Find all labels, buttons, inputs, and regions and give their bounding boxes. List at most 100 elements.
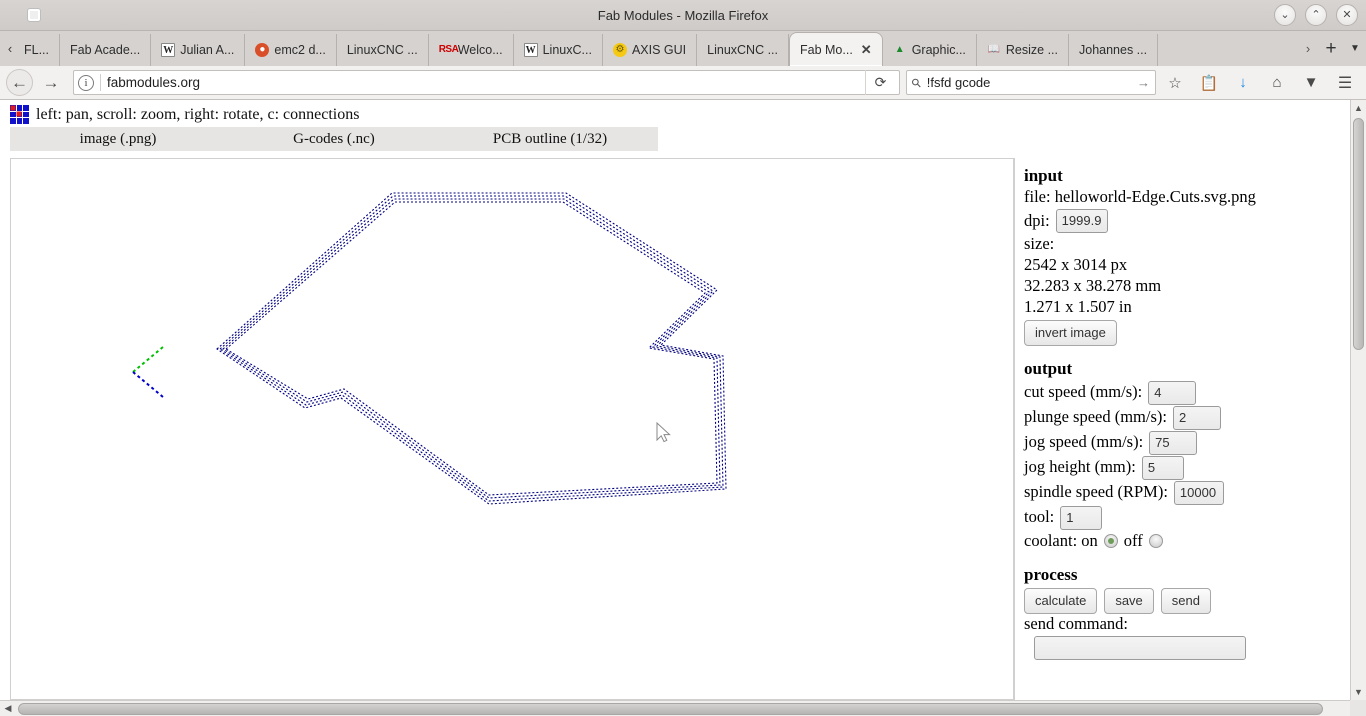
fab-modules-logo-icon[interactable] <box>10 105 29 124</box>
book-icon: 📖 <box>987 44 1001 55</box>
tab-axis-gui[interactable]: ⚙ AXIS GUI <box>603 34 698 66</box>
close-icon[interactable]: ✕ <box>861 42 872 58</box>
navigation-toolbar: ← → i fabmodules.org ⟳ ⚲ !fsfd gcode → ☆… <box>0 66 1366 100</box>
scroll-down-icon[interactable]: ▼ <box>1351 684 1366 700</box>
coolant-on-label: coolant: on <box>1024 530 1098 550</box>
tab-label: FL... <box>24 43 50 57</box>
wikipedia-icon: W <box>523 43 538 57</box>
tool-input[interactable]: 1 <box>1060 505 1103 530</box>
jog-height-row: jog height (mm): 5 <box>1024 455 1335 480</box>
bookmark-star-icon[interactable]: ☆ <box>1160 69 1190 97</box>
new-tab-button[interactable]: + <box>1318 31 1344 66</box>
coolant-on-radio[interactable] <box>1103 534 1118 549</box>
cut-speed-row: cut speed (mm/s): 4 <box>1024 380 1335 405</box>
axis-gear-icon: ⚙ <box>612 43 627 57</box>
scroll-left-icon[interactable]: ◀ <box>0 703 16 714</box>
hint-text: left: pan, scroll: zoom, right: rotate, … <box>36 105 360 123</box>
input-file-label: file: helloworld-Edge.Cuts.svg.png <box>1024 187 1256 207</box>
vertical-scroll-track[interactable] <box>1351 116 1366 684</box>
tab-emc2-d[interactable]: ● emc2 d... <box>245 34 337 66</box>
url-divider <box>100 74 101 91</box>
vertical-scroll-thumb[interactable] <box>1353 118 1364 350</box>
vertical-scrollbar[interactable]: ▲ ▼ <box>1350 100 1366 700</box>
hamburger-menu-icon[interactable]: ☰ <box>1330 69 1360 97</box>
jog-height-input[interactable]: 5 <box>1141 455 1184 480</box>
horizontal-scroll-thumb[interactable] <box>18 702 1323 715</box>
process-select[interactable]: PCB outline (1/32) <box>442 131 658 148</box>
fab-modules-app: left: pan, scroll: zoom, right: rotate, … <box>0 100 1350 700</box>
library-icon[interactable]: 📋 <box>1194 69 1224 97</box>
tab-linuxc[interactable]: W LinuxC... <box>514 34 603 66</box>
back-button[interactable]: ← <box>6 69 33 96</box>
process-button-row: calculate save send <box>1024 587 1335 614</box>
coolant-off-radio[interactable] <box>1148 534 1163 549</box>
hint-bar: left: pan, scroll: zoom, right: rotate, … <box>0 100 1350 127</box>
save-button[interactable]: save <box>1104 587 1154 614</box>
coolant-row: coolant: on off <box>1024 531 1335 552</box>
tool-label: tool: <box>1024 507 1055 527</box>
page-info-icon[interactable]: i <box>78 74 94 91</box>
horizontal-scroll-track[interactable] <box>16 701 1350 716</box>
tab-julian-a[interactable]: W Julian A... <box>151 34 246 66</box>
calculate-button[interactable]: calculate <box>1024 587 1098 614</box>
cut-speed-label: cut speed (mm/s): <box>1024 382 1143 402</box>
tab-scroll-left-icon[interactable]: ‹ <box>2 31 18 66</box>
tab-linuxcnc-1[interactable]: LinuxCNC ... <box>337 34 429 66</box>
minimize-button[interactable]: ⌄ <box>1274 4 1296 26</box>
tab-overflow-icon[interactable]: › <box>1298 31 1318 66</box>
input-format-select[interactable]: image (.png) <box>10 131 226 148</box>
cut-speed-input[interactable]: 4 <box>1148 380 1197 405</box>
tab-johannes[interactable]: Johannes ... <box>1069 34 1159 66</box>
tab-fab-academy[interactable]: Fab Acade... <box>60 34 152 66</box>
toolpath-canvas[interactable] <box>10 158 1014 700</box>
search-icon: ⚲ <box>908 74 925 91</box>
plunge-speed-row: plunge speed (mm/s): 2 <box>1024 405 1335 430</box>
url-bar[interactable]: i fabmodules.org ⟳ <box>73 70 900 95</box>
home-icon[interactable]: ⌂ <box>1262 69 1292 97</box>
dpi-label: dpi: <box>1024 210 1050 230</box>
tab-label: Graphic... <box>911 43 966 57</box>
tab-fab-modules[interactable]: Fab Mo... ✕ <box>789 32 883 66</box>
tab-label: Fab Acade... <box>70 43 141 57</box>
forward-button[interactable]: → <box>37 69 65 97</box>
tab-linuxcnc-2[interactable]: LinuxCNC ... <box>697 34 789 66</box>
search-go-icon[interactable]: → <box>1137 75 1150 90</box>
duckduckgo-icon: ● <box>255 43 270 57</box>
tab-fl[interactable]: FL... <box>18 34 61 66</box>
tab-graphic[interactable]: ▲ Graphic... <box>883 34 977 66</box>
jog-speed-row: jog speed (mm/s): 75 <box>1024 430 1335 455</box>
tab-label: Fab Mo... <box>800 42 853 57</box>
spindle-speed-input[interactable]: 10000 <box>1173 480 1224 505</box>
gimp-icon: ▲ <box>894 44 905 55</box>
firefox-window: Fab Modules - Mozilla Firefox ⌄ ⌃ ✕ ‹ FL… <box>0 0 1366 716</box>
size-label: size: <box>1024 234 1055 254</box>
invert-row: invert image <box>1024 320 1335 347</box>
downloads-icon[interactable]: ↓ <box>1228 69 1258 97</box>
send-command-row <box>1024 635 1335 660</box>
pocket-icon[interactable]: ▼ <box>1296 69 1326 97</box>
tab-label: LinuxCNC ... <box>346 43 418 57</box>
search-input[interactable]: !fsfd gcode <box>927 75 1131 90</box>
tab-list-container: FL... Fab Acade... W Julian A... ● emc2 … <box>18 31 1298 66</box>
tab-label: AXIS GUI <box>631 43 687 57</box>
jog-speed-input[interactable]: 75 <box>1149 430 1198 455</box>
maximize-button[interactable]: ⌃ <box>1305 4 1327 26</box>
tab-welcome[interactable]: RSA Welco... <box>429 34 514 66</box>
output-format-select[interactable]: G-codes (.nc) <box>226 131 442 148</box>
scroll-up-icon[interactable]: ▲ <box>1351 100 1366 116</box>
reload-icon[interactable]: ⟳ <box>865 70 895 95</box>
plunge-speed-label: plunge speed (mm/s): <box>1024 407 1167 427</box>
invert-image-button[interactable]: invert image <box>1024 320 1117 347</box>
plunge-speed-input[interactable]: 2 <box>1172 405 1221 430</box>
window-title: Fab Modules - Mozilla Firefox <box>597 7 769 23</box>
search-bar[interactable]: ⚲ !fsfd gcode → <box>906 70 1156 95</box>
close-button[interactable]: ✕ <box>1336 4 1358 26</box>
dpi-input[interactable]: 1999.9 <box>1055 209 1108 234</box>
chevron-down-icon[interactable]: ▼ <box>1344 31 1366 66</box>
tab-resize[interactable]: 📖 Resize ... <box>977 34 1069 66</box>
wikipedia-icon: W <box>161 43 176 57</box>
send-button[interactable]: send <box>1160 587 1211 614</box>
coolant-off-label: off <box>1123 530 1143 550</box>
horizontal-scrollbar[interactable]: ◀ ▶ <box>0 700 1366 716</box>
send-command-input[interactable] <box>1034 635 1246 660</box>
